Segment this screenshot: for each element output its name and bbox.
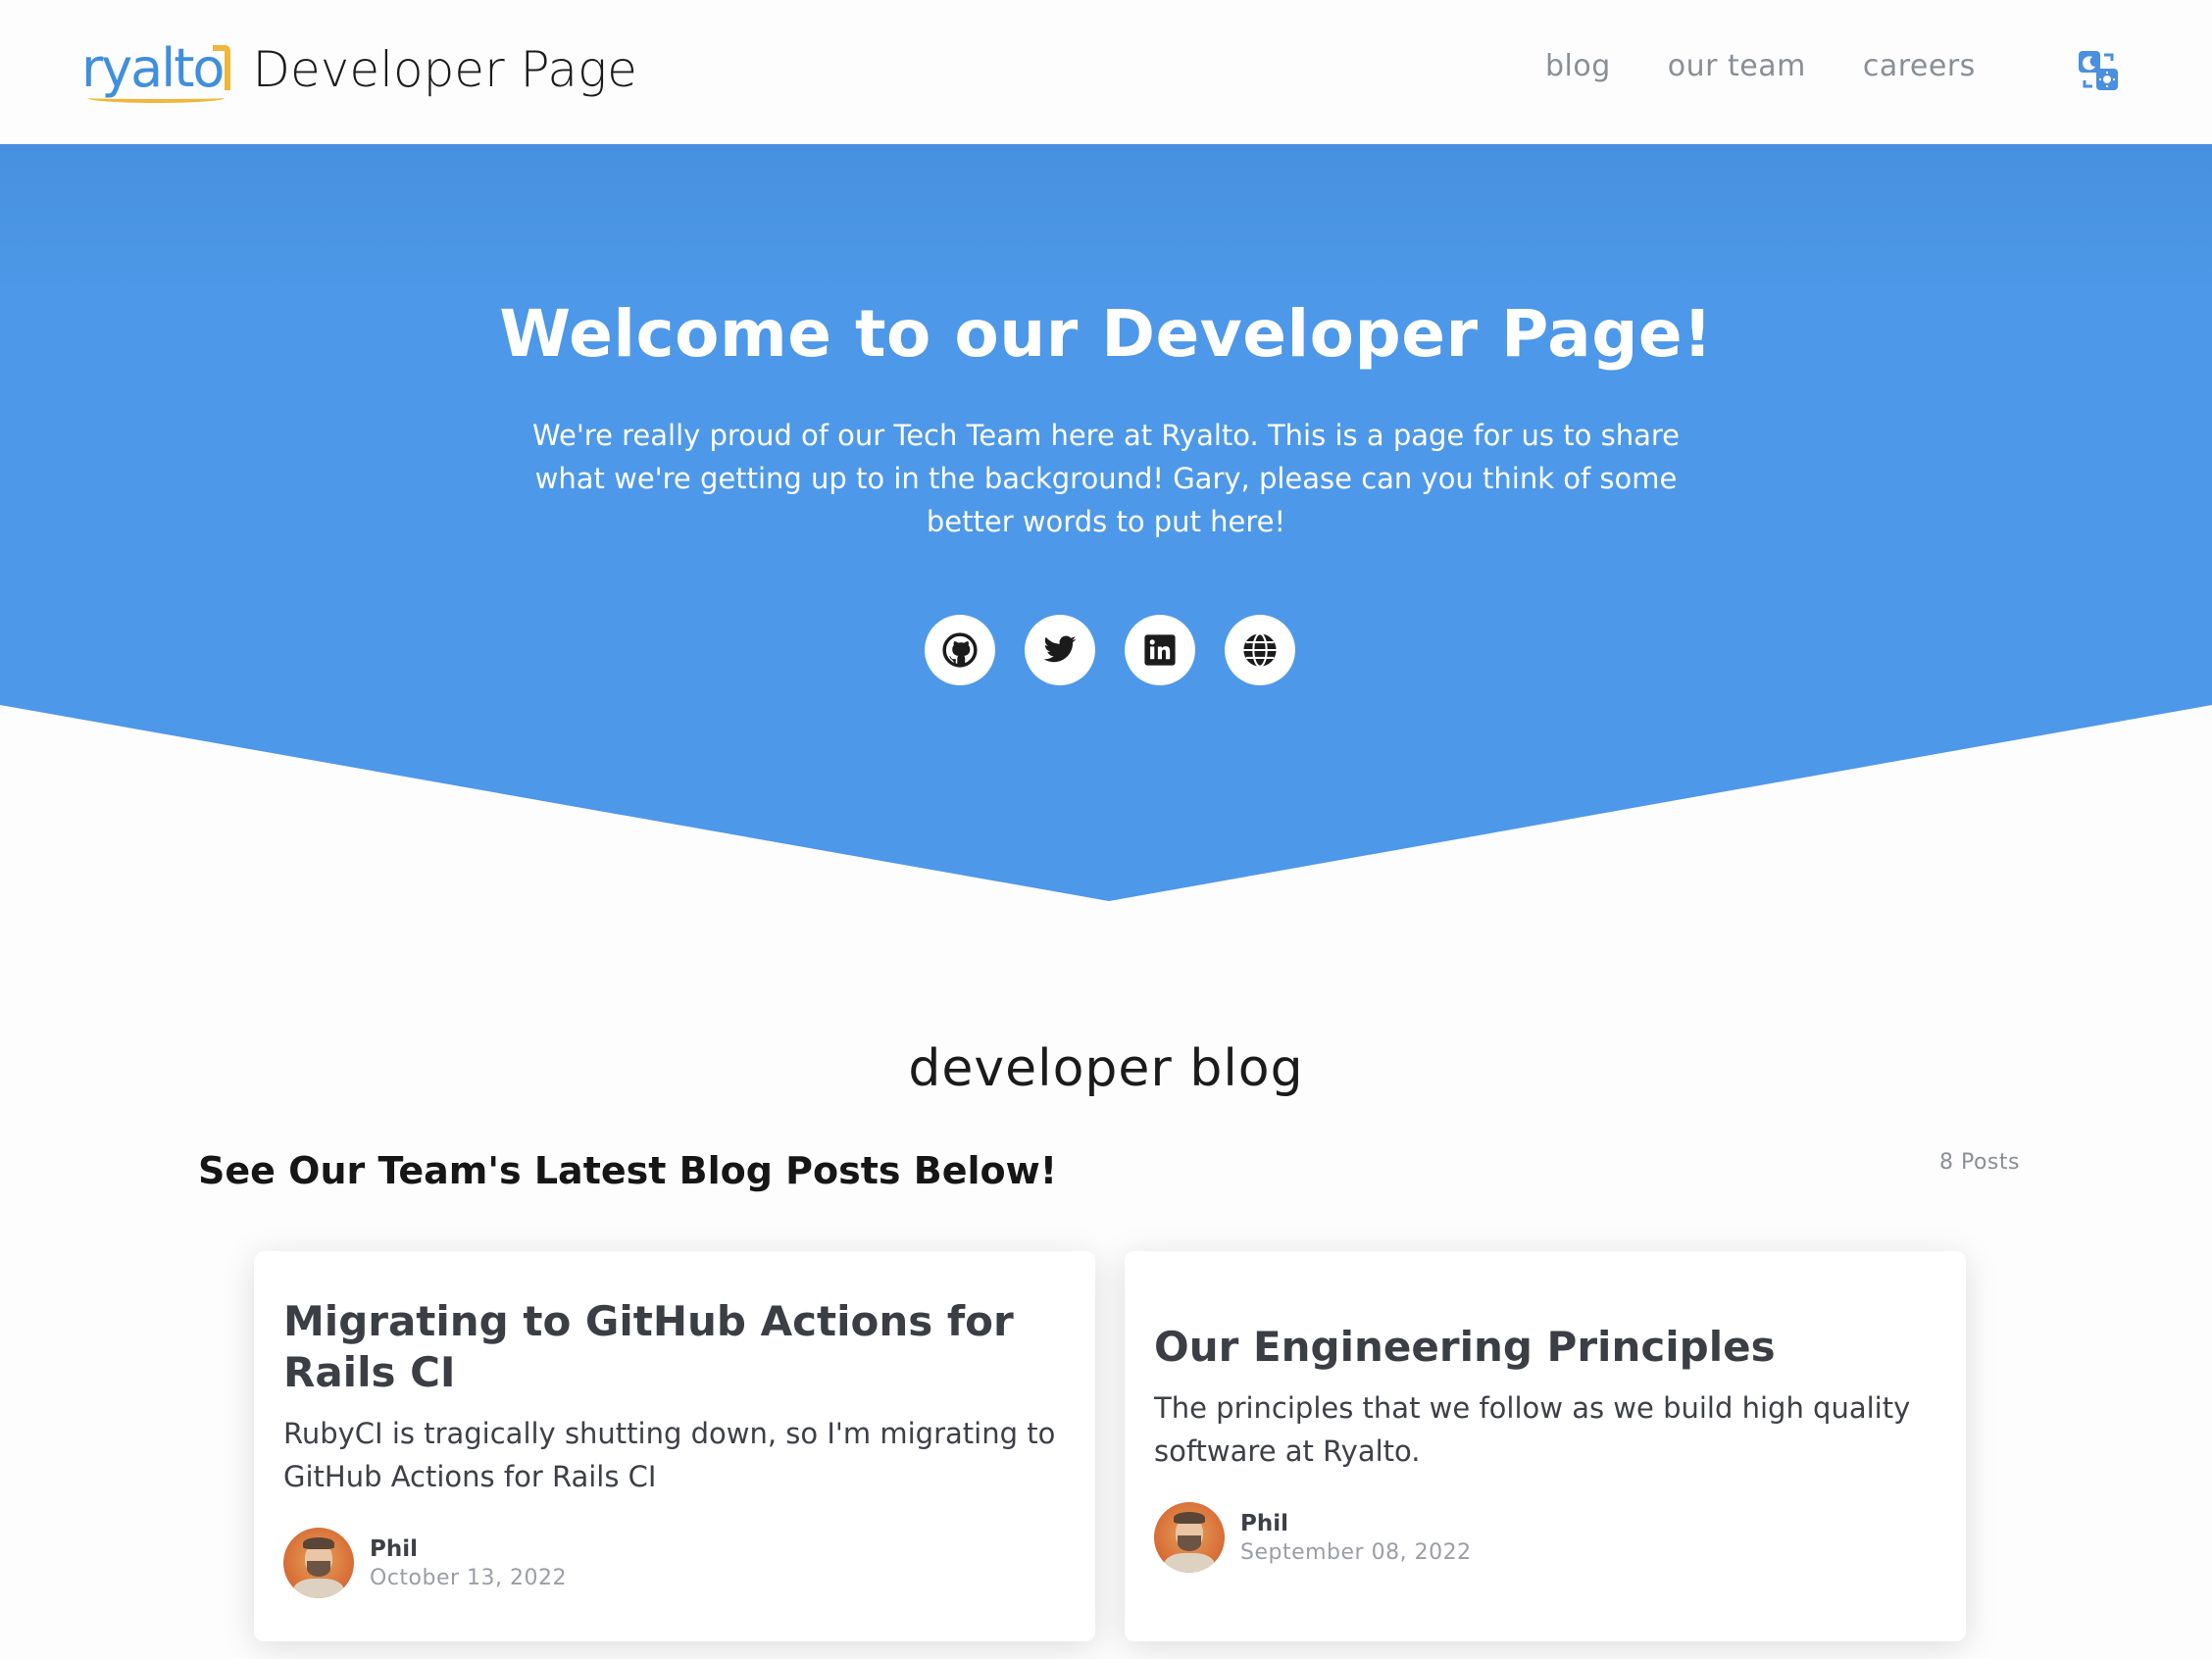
ryalto-logo: ryalto (81, 37, 231, 103)
author-name: Phil (370, 1535, 418, 1562)
github-link[interactable] (925, 615, 995, 685)
post-title[interactable]: Our Engineering Principles (1154, 1322, 1936, 1373)
site-title: Developer Page (252, 41, 637, 98)
post-description: RubyCI is tragically shutting down, so I… (283, 1417, 1056, 1493)
hero-title: Welcome to our Developer Page! (499, 296, 1713, 372)
post-description: The principles that we follow as we buil… (1154, 1391, 1911, 1468)
post-author: Phil September 08, 2022 (1154, 1502, 1936, 1573)
website-link[interactable] (1225, 615, 1295, 685)
post-title[interactable]: Migrating to GitHub Actions for Rails CI (283, 1296, 1066, 1398)
avatar (283, 1528, 354, 1598)
linkedin-icon (1144, 634, 1176, 666)
nav-blog[interactable]: blog (1545, 49, 1611, 83)
blog-post-card[interactable]: Migrating to GitHub Actions for Rails CI… (254, 1251, 1095, 1641)
nav-our-team[interactable]: our team (1668, 49, 1806, 83)
hero-section: Welcome to our Developer Page! We're rea… (0, 144, 2212, 902)
twitter-icon (1043, 635, 1077, 663)
logo-mark-icon (213, 45, 231, 90)
blog-post-card[interactable]: Our Engineering Principles The principle… (1125, 1251, 1966, 1641)
nav-careers[interactable]: careers (1863, 49, 1976, 83)
blog-subheading: See Our Team's Latest Blog Posts Below! (198, 1149, 1058, 1192)
theme-toggle-icon (2079, 51, 2118, 90)
site-header: ryalto Developer Page blog our team care… (0, 0, 2212, 144)
post-date: September 08, 2022 (1240, 1539, 1472, 1565)
logo-swoosh-icon (87, 93, 225, 103)
logo-text: ryalto (81, 37, 225, 99)
github-icon (942, 632, 978, 668)
post-author: Phil October 13, 2022 (283, 1528, 1066, 1598)
main-nav: blog our team careers (1545, 49, 1976, 83)
twitter-link[interactable] (1025, 615, 1095, 685)
author-name: Phil (1240, 1510, 1288, 1536)
post-date: October 13, 2022 (370, 1565, 568, 1590)
social-links (925, 615, 1295, 685)
blog-section-heading: developer blog (908, 1039, 1304, 1098)
hero-description: We're really proud of our Tech Team here… (532, 419, 1680, 538)
linkedin-link[interactable] (1125, 615, 1195, 685)
avatar (1154, 1502, 1225, 1573)
logo-link[interactable]: ryalto Developer Page (81, 37, 637, 103)
theme-toggle-button[interactable] (2077, 49, 2120, 92)
globe-icon (1243, 632, 1277, 668)
post-count: 8 Posts (1939, 1150, 2020, 1175)
